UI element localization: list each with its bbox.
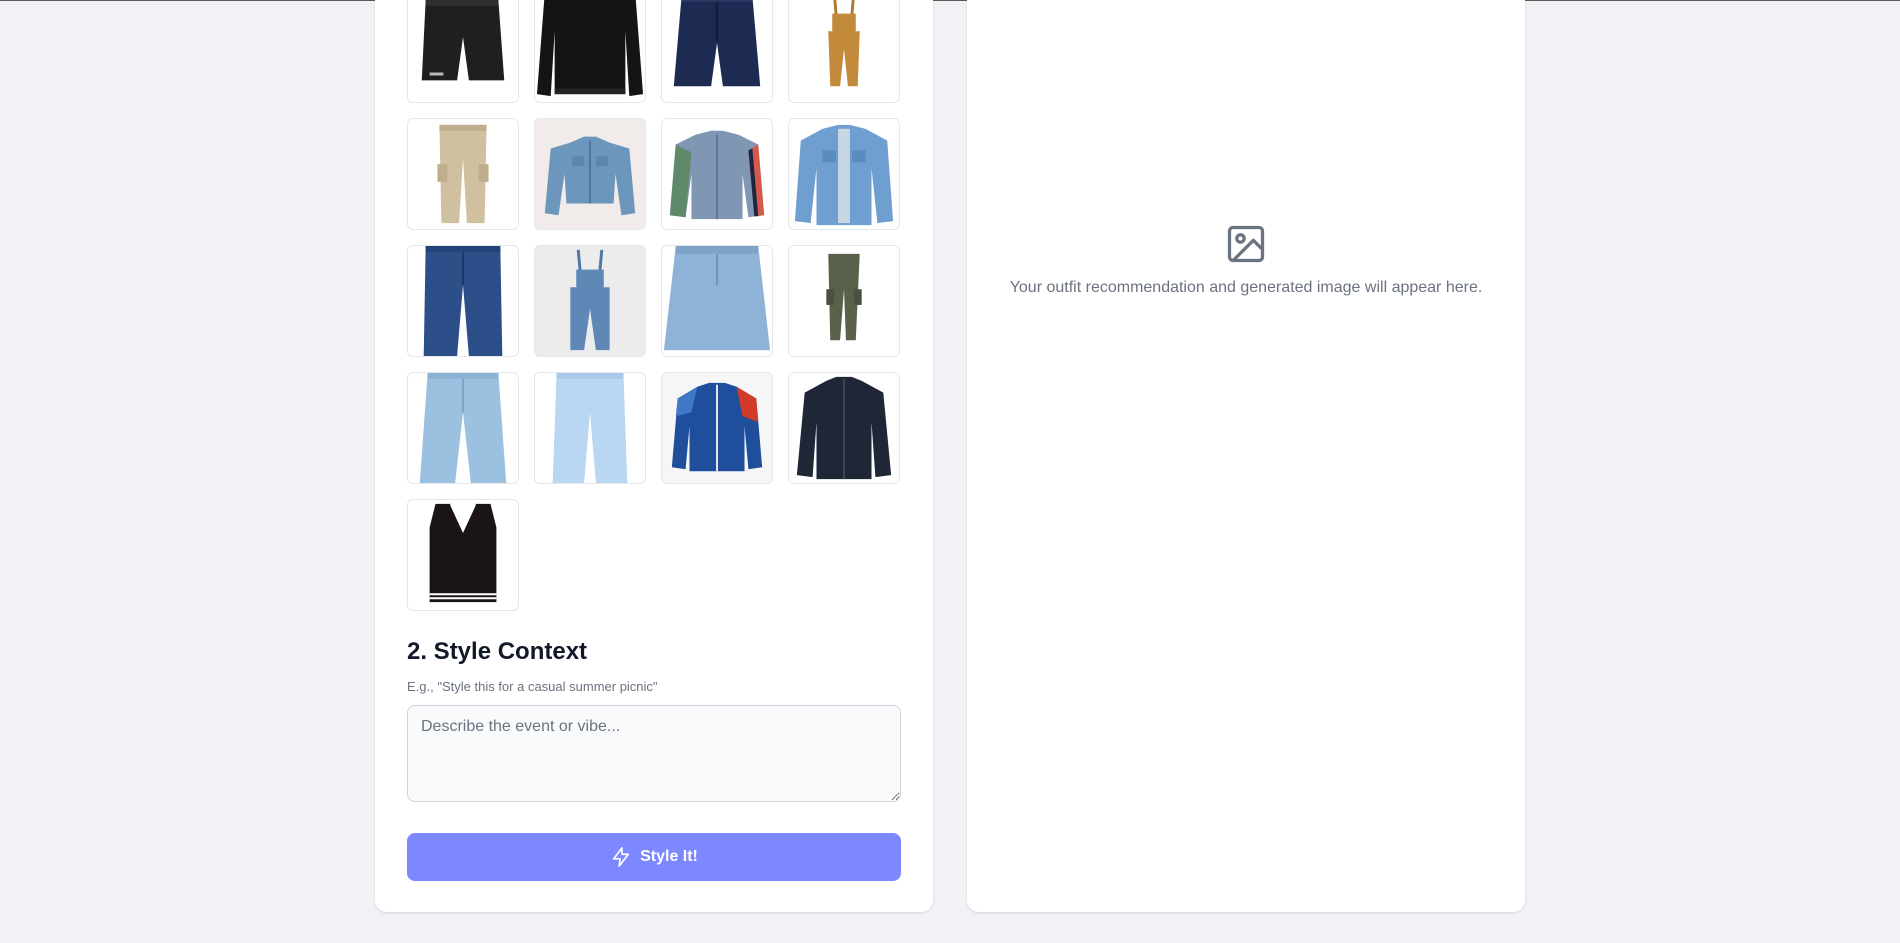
result-placeholder: Your outfit recommendation and generated… bbox=[967, 222, 1525, 297]
cropped-denim-jacket-icon bbox=[544, 136, 636, 216]
wardrobe-item[interactable] bbox=[407, 372, 519, 484]
black-sweater-vest-icon bbox=[429, 503, 497, 603]
style-context-title: 2. Style Context bbox=[407, 638, 588, 665]
wardrobe-item[interactable] bbox=[534, 245, 646, 357]
denim-skirt-icon bbox=[663, 246, 771, 351]
black-shorts-icon bbox=[421, 0, 505, 81]
light-wash-jeans-icon bbox=[419, 373, 507, 483]
tan-overalls-icon bbox=[828, 0, 860, 87]
lightning-icon bbox=[612, 847, 630, 867]
dark-jeans-icon bbox=[423, 246, 503, 356]
wardrobe-item[interactable] bbox=[661, 245, 773, 357]
wardrobe-item[interactable] bbox=[661, 118, 773, 230]
light-denim-jacket-icon bbox=[794, 124, 894, 226]
wardrobe-panel: 2. Style Context E.g., "Style this for a… bbox=[375, 0, 933, 912]
wardrobe-item[interactable] bbox=[407, 118, 519, 230]
khaki-cargo-pants-icon bbox=[437, 124, 489, 224]
wardrobe-item[interactable] bbox=[788, 245, 900, 357]
style-context-hint: E.g., "Style this for a casual summer pi… bbox=[407, 679, 658, 694]
wardrobe-item[interactable] bbox=[534, 118, 646, 230]
wardrobe-item[interactable] bbox=[534, 0, 646, 103]
star-sleeve-denim-jacket-icon bbox=[669, 130, 765, 220]
wardrobe-item[interactable] bbox=[407, 0, 519, 103]
wardrobe-item[interactable] bbox=[407, 245, 519, 357]
wardrobe-item[interactable] bbox=[661, 372, 773, 484]
wardrobe-item[interactable] bbox=[788, 0, 900, 103]
olive-cargo-pants-icon bbox=[826, 253, 862, 341]
style-it-label: Style It! bbox=[640, 848, 698, 865]
image-icon bbox=[1227, 225, 1265, 263]
wardrobe-item[interactable] bbox=[788, 372, 900, 484]
wardrobe-grid bbox=[407, 0, 900, 611]
denim-overalls-icon bbox=[570, 249, 610, 351]
pale-blue-jeans-icon bbox=[552, 373, 628, 483]
wardrobe-item[interactable] bbox=[407, 499, 519, 611]
window-top-border bbox=[0, 0, 1900, 1]
result-panel: Your outfit recommendation and generated… bbox=[967, 0, 1525, 912]
style-context-input[interactable] bbox=[407, 705, 901, 802]
navy-zip-jacket-icon bbox=[796, 376, 892, 480]
track-jacket-icon bbox=[671, 382, 763, 472]
wardrobe-item[interactable] bbox=[788, 118, 900, 230]
wardrobe-item[interactable] bbox=[534, 372, 646, 484]
wardrobe-item[interactable] bbox=[661, 0, 773, 103]
black-sweatshirt-icon bbox=[536, 0, 644, 97]
navy-shorts-icon bbox=[673, 0, 761, 87]
style-it-button[interactable]: Style It! bbox=[407, 833, 901, 881]
result-placeholder-text: Your outfit recommendation and generated… bbox=[1009, 279, 1483, 296]
